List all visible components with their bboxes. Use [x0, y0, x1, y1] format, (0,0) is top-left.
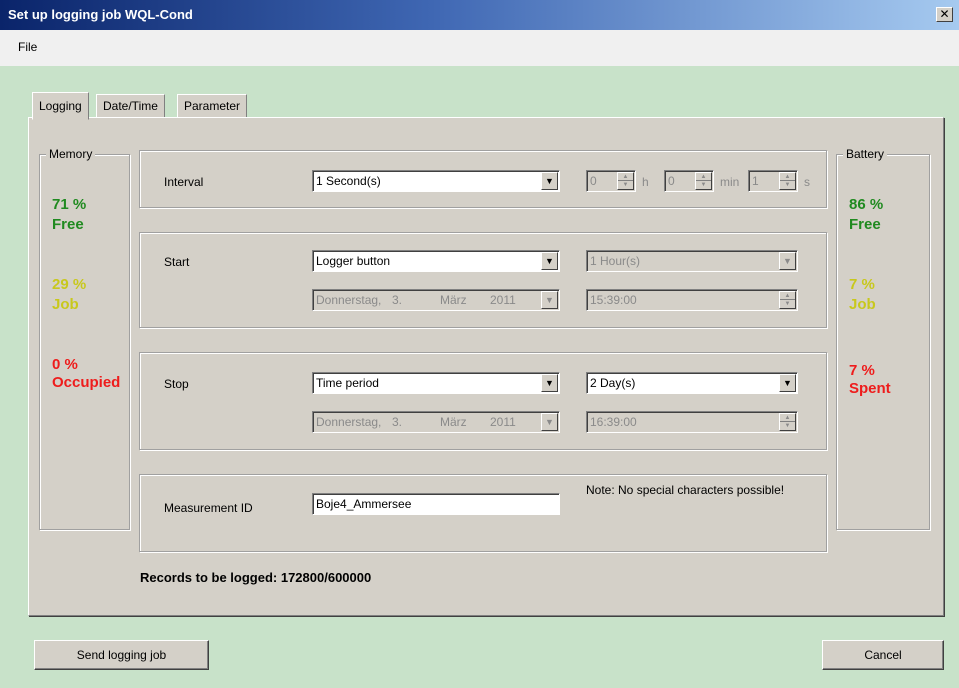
spin-buttons-icon: ▲ ▼ — [779, 172, 796, 190]
memory-free-label: Free — [52, 216, 84, 233]
tab-parameter[interactable]: Parameter — [177, 94, 248, 118]
logging-panel: Memory 71 % Free 29 % Job 0 % Occupied B… — [28, 117, 944, 616]
battery-job-percent: 7 % — [849, 276, 875, 293]
start-date-year: 2011 — [490, 293, 516, 307]
stop-date-weekday: Donnerstag, — [316, 415, 382, 429]
chevron-down-icon[interactable]: ▼ — [541, 172, 558, 190]
start-mode-select[interactable]: Logger button ▼ — [312, 250, 560, 272]
memory-job-percent: 29 % — [52, 276, 87, 293]
interval-selected-value: 1 Second(s) — [316, 174, 381, 188]
start-mode-value: Logger button — [316, 254, 391, 268]
memory-title: Memory — [46, 147, 96, 161]
start-label: Start — [164, 255, 190, 269]
memory-job-label: Job — [52, 296, 79, 313]
interval-seconds-spinner: 1 ▲ ▼ — [748, 170, 798, 192]
stop-label: Stop — [164, 377, 189, 391]
chevron-down-icon[interactable]: ▼ — [779, 374, 796, 392]
battery-group: Battery 86 % Free 7 % Job 7 % Spent — [836, 147, 930, 530]
interval-select[interactable]: 1 Second(s) ▼ — [312, 170, 560, 192]
stop-date-month: März — [440, 415, 467, 429]
interval-hours-unit: h — [642, 175, 649, 189]
battery-spent-label: Spent — [849, 380, 891, 397]
battery-free-percent: 86 % — [849, 196, 884, 213]
stop-date-day: 3. — [392, 415, 403, 429]
battery-title: Battery — [843, 147, 888, 161]
window-title: Set up logging job WQL-Cond — [8, 7, 193, 22]
interval-seconds-unit: s — [804, 175, 810, 189]
stop-period-value: 2 Day(s) — [590, 376, 636, 390]
start-time-spinner: 15:39:00 ▲ ▼ — [586, 289, 798, 311]
menu-bar: File — [0, 30, 959, 66]
chevron-down-icon[interactable]: ▼ — [541, 252, 558, 270]
interval-seconds-value: 1 — [752, 174, 759, 188]
memory-group: Memory 71 % Free 29 % Job 0 % Occupied — [39, 147, 130, 530]
memory-occupied-clip: 0 % Occupied — [40, 335, 129, 395]
interval-group: Interval 1 Second(s) ▼ 0 ▲ ▼ h 0 ▲ ▼ min 1… — [139, 150, 827, 208]
measurement-id-input[interactable]: Boje4_Ammersee — [312, 493, 560, 515]
measurement-id-label: Measurement ID — [164, 501, 253, 515]
start-delay-value: 1 Hour(s) — [590, 254, 641, 268]
interval-minutes-value: 0 — [668, 174, 675, 188]
start-delay-select: 1 Hour(s) ▼ — [586, 250, 798, 272]
spin-buttons-icon: ▲ ▼ — [617, 172, 634, 190]
stop-mode-select[interactable]: Time period ▼ — [312, 372, 560, 394]
start-group: Start Logger button ▼ 1 Hour(s) ▼ Donner… — [139, 232, 827, 328]
start-time-value: 15:39:00 — [590, 293, 637, 307]
title-bar: Set up logging job WQL-Cond ✕ — [0, 0, 959, 30]
chevron-down-icon: ▼ — [541, 413, 558, 431]
tab-date-time[interactable]: Date/Time — [96, 94, 165, 118]
battery-job-label: Job — [849, 296, 876, 313]
stop-date-picker: Donnerstag, 3. März 2011 ▼ — [312, 411, 560, 433]
stop-time-spinner: 16:39:00 ▲ ▼ — [586, 411, 798, 433]
start-date-picker: Donnerstag, 3. März 2011 ▼ — [312, 289, 560, 311]
send-logging-job-button[interactable]: Send logging job — [34, 640, 209, 670]
interval-hours-spinner: 0 ▲ ▼ — [586, 170, 636, 192]
stop-time-value: 16:39:00 — [590, 415, 637, 429]
interval-minutes-spinner: 0 ▲ ▼ — [664, 170, 714, 192]
memory-occupied-percent: 0 % — [52, 356, 78, 373]
measurement-note: Note: No special characters possible! — [586, 483, 785, 497]
memory-free-percent: 71 % — [52, 196, 87, 213]
stop-date-year: 2011 — [490, 415, 516, 429]
chevron-down-icon: ▼ — [541, 291, 558, 309]
battery-free-label: Free — [849, 216, 881, 233]
measurement-group: Measurement ID Boje4_Ammersee Note: No s… — [139, 474, 827, 552]
start-date-day: 3. — [392, 293, 403, 307]
memory-occupied-label: Occupied — [52, 374, 121, 391]
stop-group: Stop Time period ▼ 2 Day(s) ▼ Donnerstag… — [139, 352, 827, 450]
stop-mode-value: Time period — [316, 376, 379, 390]
spin-buttons-icon: ▲ ▼ — [779, 413, 796, 431]
menu-file[interactable]: File — [14, 39, 41, 55]
tab-logging[interactable]: Logging — [32, 92, 89, 120]
interval-label: Interval — [164, 175, 204, 189]
start-date-weekday: Donnerstag, — [316, 293, 382, 307]
spin-buttons-icon: ▲ ▼ — [779, 291, 796, 309]
records-summary: Records to be logged: 172800/600000 — [140, 570, 372, 585]
interval-minutes-unit: min — [720, 175, 740, 189]
cancel-button[interactable]: Cancel — [822, 640, 944, 670]
stop-period-select[interactable]: 2 Day(s) ▼ — [586, 372, 798, 394]
chevron-down-icon: ▼ — [779, 252, 796, 270]
interval-hours-value: 0 — [590, 174, 597, 188]
chevron-down-icon[interactable]: ▼ — [541, 374, 558, 392]
spin-buttons-icon: ▲ ▼ — [695, 172, 712, 190]
close-icon: ✕ — [939, 7, 950, 21]
close-button[interactable]: ✕ — [936, 7, 953, 22]
start-date-month: März — [440, 293, 467, 307]
battery-spent-percent: 7 % — [849, 362, 875, 379]
